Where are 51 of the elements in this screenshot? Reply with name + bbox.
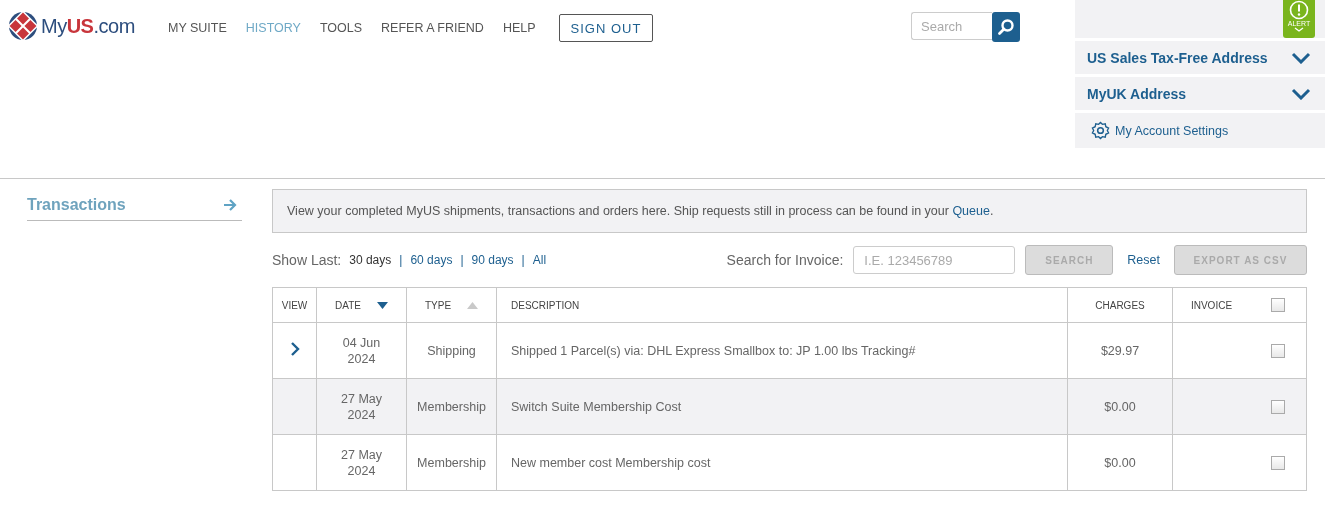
- column-header: CHARGES: [1067, 287, 1173, 323]
- select-all-checkbox[interactable]: [1271, 298, 1285, 312]
- search-field[interactable]: Search: [911, 12, 992, 40]
- date-cell: 27 May 2024: [341, 390, 382, 423]
- date-cell: 27 May 2024: [341, 446, 382, 479]
- address-section[interactable]: US Sales Tax-Free Address: [1075, 41, 1325, 74]
- type-cell: Membership: [417, 399, 486, 414]
- type-cell: Shipping: [427, 343, 476, 358]
- charges-cell: $29.97: [1100, 343, 1140, 358]
- row-checkbox[interactable]: [1271, 399, 1285, 414]
- sign-out-button[interactable]: SIGN OUT: [558, 14, 654, 42]
- charges-cell: $0.00: [1104, 399, 1136, 414]
- column-header[interactable]: DATE: [316, 287, 407, 323]
- nav-link[interactable]: REFER A FRIEND: [381, 21, 484, 35]
- logo-icon: [8, 11, 38, 41]
- row-checkbox[interactable]: [1271, 455, 1285, 470]
- nav-link[interactable]: TOOLS: [319, 21, 363, 35]
- period-filter-link[interactable]: All: [532, 253, 547, 267]
- period-filter-link[interactable]: 30 days: [349, 253, 392, 267]
- invoice-search-field[interactable]: I.E. 123456789: [853, 246, 1016, 274]
- search-button[interactable]: [992, 12, 1020, 42]
- reset-link[interactable]: Reset: [1127, 253, 1160, 267]
- period-filter-link[interactable]: 90 days: [471, 253, 514, 267]
- description-cell: Shipped 1 Parcel(s) via: DHL Express Smallbox to: JP 1.00 lbs Tracking#: [511, 343, 916, 358]
- description-cell: Switch Suite Membership Cost: [511, 399, 682, 414]
- column-header[interactable]: TYPE: [406, 287, 497, 323]
- settings-icon: [1091, 121, 1110, 140]
- expand-chevron-icon[interactable]: [289, 341, 300, 357]
- invoice-search-label: Search for Invoice:: [726, 252, 844, 268]
- type-cell: Membership: [417, 455, 486, 470]
- queue-link[interactable]: Queue: [952, 204, 990, 218]
- separator: |: [399, 253, 403, 267]
- logo-text[interactable]: MyUS.com: [41, 14, 135, 38]
- arrow-right-icon[interactable]: [223, 197, 237, 212]
- column-header: DESCRIPTION: [496, 287, 1068, 323]
- separator: |: [460, 253, 464, 267]
- address-section[interactable]: MyUK Address: [1075, 77, 1325, 110]
- column-header: INVOICE: [1172, 287, 1250, 323]
- separator: |: [521, 253, 525, 267]
- info-notice: View your completed MyUS shipments, transactions and orders here. Ship requests still in process can be found in your Queue.: [272, 189, 1307, 233]
- nav-link[interactable]: MY SUITE: [168, 21, 227, 35]
- description-cell: New member cost Membership cost: [511, 455, 711, 470]
- nav-link[interactable]: HELP: [502, 21, 536, 35]
- show-last-label: Show Last:: [272, 252, 342, 268]
- charges-cell: $0.00: [1104, 455, 1136, 470]
- column-header: VIEW: [272, 287, 317, 323]
- period-filter-link[interactable]: 60 days: [410, 253, 453, 267]
- account-settings-link[interactable]: My Account Settings: [1115, 123, 1229, 138]
- date-cell: 04 Jun 2024: [342, 334, 381, 367]
- search-icon: [997, 18, 1015, 36]
- row-checkbox[interactable]: [1271, 343, 1285, 358]
